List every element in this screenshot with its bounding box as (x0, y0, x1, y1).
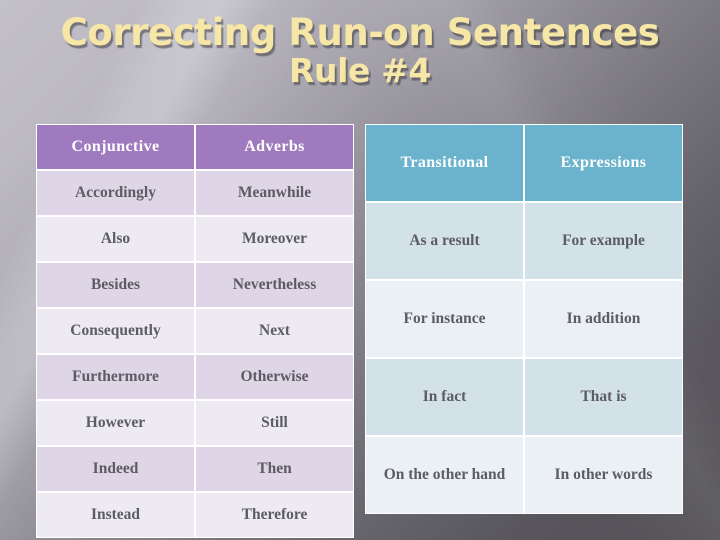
table-row: Besides Nevertheless (36, 262, 354, 308)
table-row: As a result For example (365, 202, 683, 280)
table-cell: In addition (524, 280, 683, 358)
header-cell-conjunctive: Conjunctive (36, 124, 195, 170)
table-cell: Accordingly (36, 170, 195, 216)
table-row: However Still (36, 400, 354, 446)
table-cell: Consequently (36, 308, 195, 354)
table-row: Accordingly Meanwhile (36, 170, 354, 216)
table-row: Indeed Then (36, 446, 354, 492)
slide-title: Correcting Run-on Sentences Rule #4 (0, 14, 720, 87)
table-cell: Instead (36, 492, 195, 538)
table-cell: Nevertheless (195, 262, 354, 308)
table-cell: Then (195, 446, 354, 492)
table-cell: However (36, 400, 195, 446)
table-cell: Still (195, 400, 354, 446)
table-cell: Furthermore (36, 354, 195, 400)
table-cell: In fact (365, 358, 524, 436)
table-cell: Therefore (195, 492, 354, 538)
table-header-row: Conjunctive Adverbs (36, 124, 354, 170)
table-cell: Meanwhile (195, 170, 354, 216)
table-row: In fact That is (365, 358, 683, 436)
table-row: Also Moreover (36, 216, 354, 262)
header-cell-expressions: Expressions (524, 124, 683, 202)
table-cell: For instance (365, 280, 524, 358)
table-cell: Next (195, 308, 354, 354)
table-cell: Moreover (195, 216, 354, 262)
conjunctive-adverbs-table: Conjunctive Adverbs Accordingly Meanwhil… (36, 124, 354, 538)
table-row: Instead Therefore (36, 492, 354, 538)
table-cell: Also (36, 216, 195, 262)
table-cell: On the other hand (365, 436, 524, 514)
table-cell: For example (524, 202, 683, 280)
transitional-expressions-table: Transitional Expressions As a result For… (365, 124, 683, 514)
title-line-1: Correcting Run-on Sentences (60, 11, 660, 54)
slide-canvas: Correcting Run-on Sentences Rule #4 Conj… (0, 0, 720, 540)
title-line-2: Rule #4 (289, 50, 431, 90)
header-cell-transitional: Transitional (365, 124, 524, 202)
table-cell: That is (524, 358, 683, 436)
table-row: Consequently Next (36, 308, 354, 354)
table-row: On the other hand In other words (365, 436, 683, 514)
table-cell: Besides (36, 262, 195, 308)
table-cell: Indeed (36, 446, 195, 492)
header-cell-adverbs: Adverbs (195, 124, 354, 170)
table-cell: As a result (365, 202, 524, 280)
table-header-row: Transitional Expressions (365, 124, 683, 202)
table-cell: In other words (524, 436, 683, 514)
table-row: For instance In addition (365, 280, 683, 358)
table-row: Furthermore Otherwise (36, 354, 354, 400)
table-cell: Otherwise (195, 354, 354, 400)
